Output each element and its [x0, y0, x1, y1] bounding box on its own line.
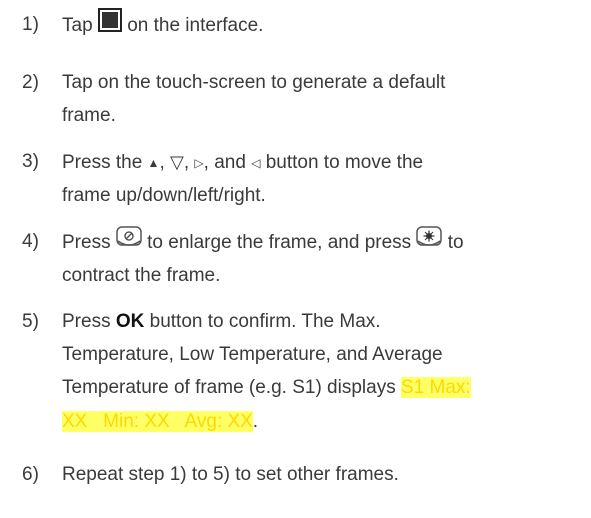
step-3-press: Press the: [62, 152, 143, 173]
step-1-text: Tap on the interface.: [62, 8, 263, 44]
left-arrow-icon: ◁: [251, 155, 261, 170]
step-2-line-1: Tap on the touch-screen to generate a de…: [62, 72, 446, 93]
step-4-press: Press: [62, 232, 111, 254]
step-4-end: to: [447, 232, 464, 254]
highlight-max: S1 Max:: [400, 377, 471, 398]
step-1-number: 1): [22, 14, 39, 35]
step-5-line-2: Temperature, Low Temperature, and Averag…: [62, 344, 443, 365]
step-3-rest: button to move the: [265, 152, 424, 173]
step-3-sep-1: ,: [159, 152, 165, 173]
step-2-line-2: frame.: [62, 105, 116, 126]
step-3-sep-3: , and: [203, 152, 246, 173]
instruction-steps: 1) Tap on the interface. 2) Tap on the t…: [0, 0, 591, 518]
step-6-number: 6): [22, 464, 39, 485]
ok-label: OK: [115, 311, 145, 332]
step-3-sep-2: ,: [183, 152, 190, 173]
step-4-middle: to enlarge the frame, and press: [147, 232, 412, 254]
step-4-line-2: contract the frame.: [62, 265, 221, 286]
step-5-press: Press: [62, 311, 111, 332]
step-1-tap: Tap: [62, 15, 93, 37]
step-2-number: 2): [22, 72, 39, 93]
step-3-number: 3): [22, 151, 39, 172]
step-1-rest: on the interface.: [127, 15, 264, 37]
zoom-in-button-icon: [416, 225, 443, 261]
step-5-line-3: Temperature of frame (e.g. S1) displays …: [62, 371, 471, 405]
step-4-number: 4): [22, 231, 39, 252]
step-5-number: 5): [22, 311, 39, 332]
stop-square-icon: [97, 8, 122, 44]
step-6-line-1: Repeat step 1) to 5) to set other frames…: [62, 464, 399, 485]
zoom-out-button-icon: [116, 225, 142, 261]
up-arrow-icon: ▲: [147, 155, 160, 170]
step-5-rest: button to confirm. The Max.: [149, 311, 381, 332]
down-arrow-icon: ▽: [170, 152, 184, 172]
right-arrow-icon: ▷: [194, 155, 204, 170]
highlight-min-avg: XX Min: XX Avg: XX: [62, 411, 253, 432]
step-5-line-4: XX Min: XX Avg: XX.: [62, 405, 258, 439]
step-3-line-2: frame up/down/left/right.: [62, 185, 266, 206]
step-4-line-1: Press to enlarge the frame, and press to: [62, 225, 464, 261]
step-5-line-3-text: Temperature of frame (e.g. S1) displays: [62, 377, 396, 398]
step-5-line-1: Press OK button to confirm. The Max.: [62, 305, 381, 339]
step-3-line-1: Press the ▲, ▽, ▷, and ◁ button to move …: [62, 145, 423, 180]
step-5-period: .: [252, 411, 259, 432]
